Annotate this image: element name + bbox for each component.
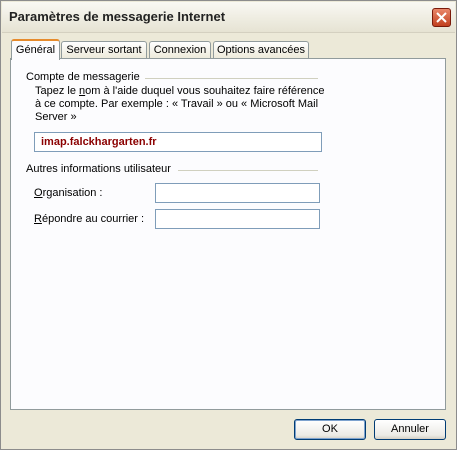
- group-divider: [145, 78, 318, 79]
- group-divider: [178, 170, 318, 171]
- cancel-button[interactable]: Annuler: [374, 419, 446, 440]
- account-group-label: Compte de messagerie: [26, 71, 144, 83]
- user-info-group-label: Autres informations utilisateur: [26, 163, 175, 175]
- reply-to-field[interactable]: [155, 209, 320, 229]
- title-bar[interactable]: Paramètres de messagerie Internet: [2, 2, 455, 33]
- dialog-window: Paramètres de messagerie Internet Généra…: [0, 0, 457, 450]
- account-name-value: imap.falckhargarten.fr: [41, 136, 157, 148]
- tab-general[interactable]: Général: [11, 39, 60, 60]
- account-description: Tapez le nom à l'aide duquel vous souhai…: [35, 85, 325, 123]
- organization-field[interactable]: [155, 183, 320, 203]
- ok-button[interactable]: OK: [294, 419, 366, 440]
- window-title: Paramètres de messagerie Internet: [9, 9, 226, 24]
- tab-outgoing-server[interactable]: Serveur sortant: [61, 41, 147, 59]
- organization-label: Organisation :: [34, 187, 103, 199]
- tab-connection[interactable]: Connexion: [149, 41, 211, 59]
- close-icon: [436, 12, 447, 23]
- tab-advanced-options[interactable]: Options avancées: [213, 41, 309, 59]
- account-name-field[interactable]: imap.falckhargarten.fr: [34, 132, 322, 152]
- close-button[interactable]: [432, 8, 451, 27]
- reply-to-label: Répondre au courrier :: [34, 213, 145, 225]
